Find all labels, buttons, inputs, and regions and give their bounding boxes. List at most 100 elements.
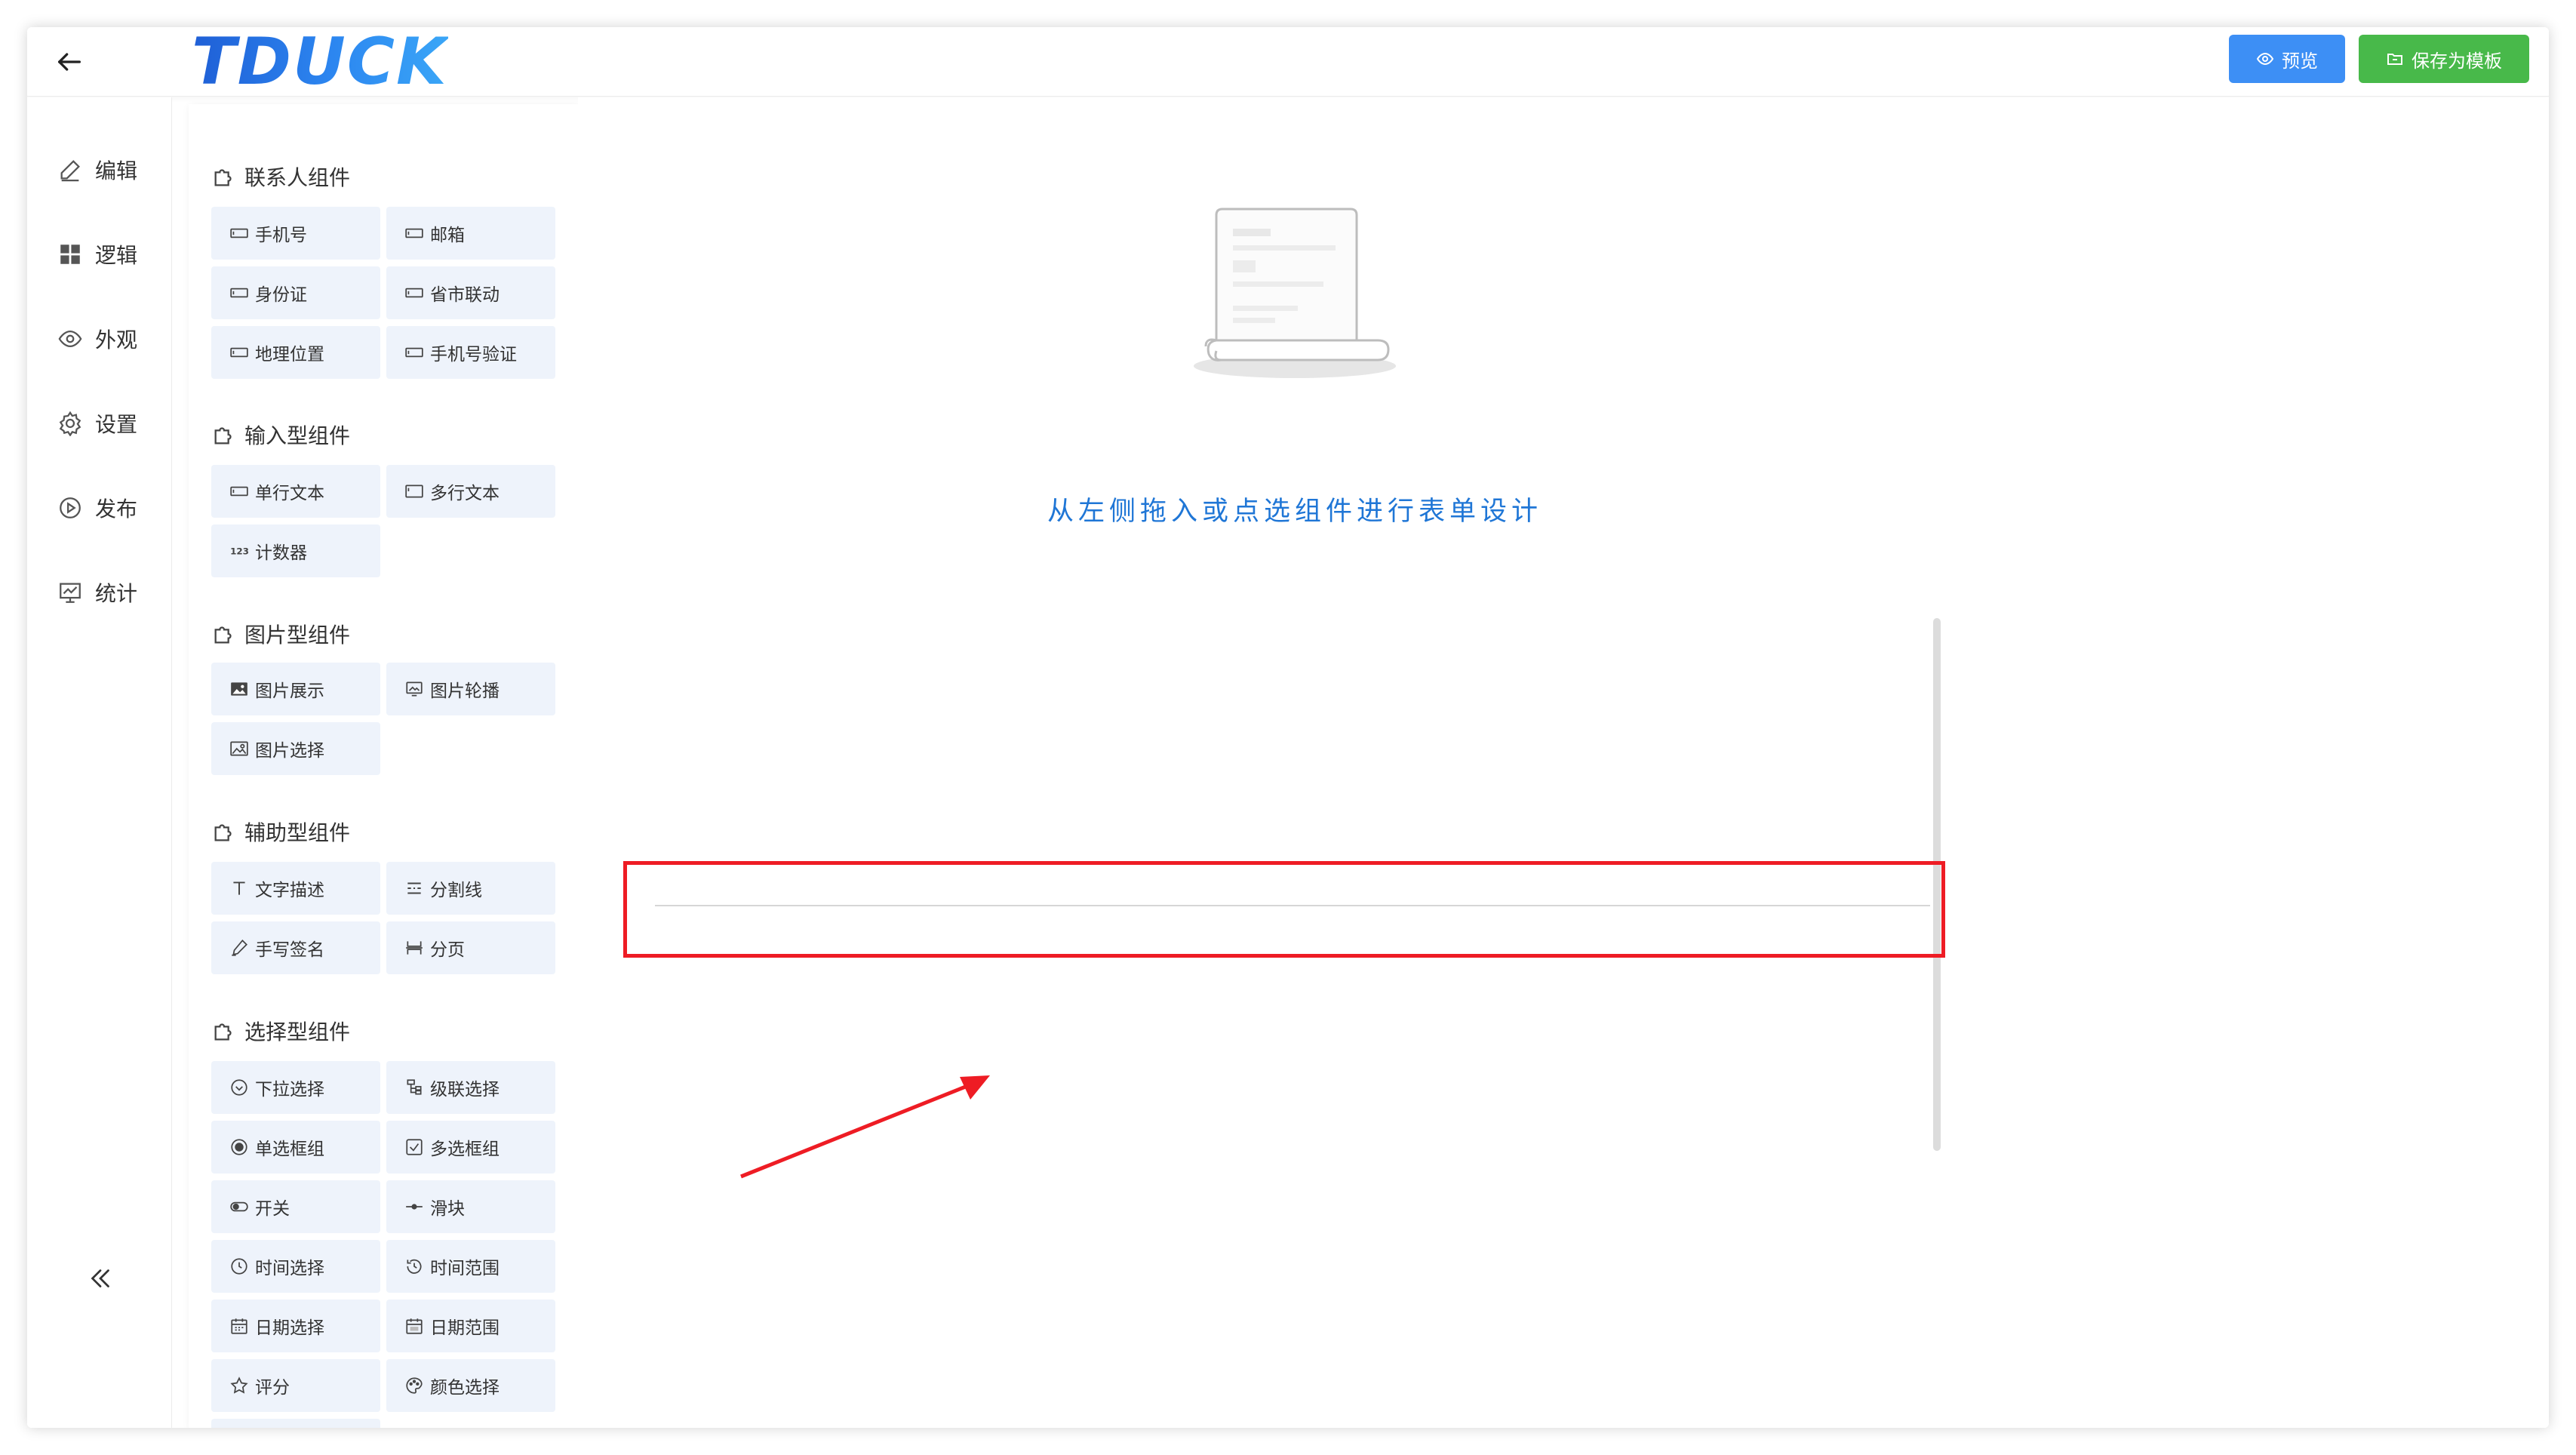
annotation-arrow-icon [740,1075,990,1179]
component-label: 手机号 [255,226,307,245]
calendar-icon [231,1318,247,1334]
component-text-description[interactable]: 文字描述 [211,862,380,915]
component-label: 单选框组 [255,1140,324,1159]
input-box-icon [230,228,248,238]
component-label: 分页 [430,940,465,960]
component-dropdown[interactable]: 下拉选择 [211,1061,380,1114]
slider-icon [406,1204,423,1210]
component-single-line-text[interactable]: 单行文本 [211,465,380,518]
svg-text:123: 123 [230,546,249,556]
collapse-sidebar-button[interactable] [81,1260,119,1297]
component-label: 日期选择 [255,1318,324,1338]
edit-icon [60,160,80,182]
component-id-card[interactable]: 身份证 [211,266,380,319]
page-break-icon [406,941,423,955]
component-slider[interactable]: 滑块 [386,1180,555,1233]
component-image-select[interactable]: 图片选择 [211,722,380,775]
nav-item-statistics[interactable]: 统计 [57,570,137,615]
double-chevron-left-icon [91,1269,109,1287]
group-title-auxiliary: 辅助型组件 [211,815,350,848]
component-date-range[interactable]: 日期范围 [386,1300,555,1352]
grid-icon [60,245,80,264]
component-time-range[interactable]: 时间范围 [386,1240,555,1293]
component-email[interactable]: 邮箱 [386,207,555,260]
component-label: 评分 [255,1378,290,1398]
nav-item-appearance[interactable]: 外观 [57,316,137,361]
puzzle-icon [214,169,232,186]
preview-button-label: 预览 [2282,50,2318,72]
form-design-canvas[interactable]: 从左侧拖入或点选组件进行表单设计 [578,97,2549,1428]
component-switch[interactable]: 开关 [211,1180,380,1233]
arrow-left-icon [58,53,81,71]
folder-icon [2387,54,2402,65]
empty-document-illustration [1194,208,1396,378]
divider-lines-icon [407,882,421,894]
group-title-text: 联系人组件 [244,165,351,190]
app-window: TDUCK 预览 保存为模板 编辑 逻辑 外观 设置 发布 统计 联系人组件 手… [27,27,2549,1428]
component-pagination[interactable]: 分页 [386,921,555,974]
component-label: 多选框组 [430,1140,500,1159]
component-date-select[interactable]: 日期选择 [211,1300,380,1352]
input-box-icon [230,347,248,358]
component-phone[interactable]: 手机号 [211,207,380,260]
puzzle-icon [214,427,232,444]
textarea-icon [405,484,423,498]
component-divider[interactable]: 分割线 [386,862,555,915]
nav-item-settings[interactable]: 设置 [57,401,137,446]
nav-item-logic-label: 逻辑 [95,243,138,268]
clock-refresh-icon [407,1259,422,1274]
toggle-icon [230,1201,248,1212]
group-title-contact: 联系人组件 [211,160,350,193]
component-phone-verify[interactable]: 手机号验证 [386,326,555,379]
component-time-select[interactable]: 时间选择 [211,1240,380,1293]
nav-item-edit[interactable]: 编辑 [57,147,137,192]
pen-icon [232,939,247,956]
gear-icon [59,411,81,436]
checkbox-icon [406,1139,423,1155]
input-box-icon [405,347,423,358]
play-circle-icon [60,497,81,518]
component-counter[interactable]: 123 计数器 [211,524,380,577]
input-box-icon [230,486,248,497]
component-province-city[interactable]: 省市联动 [386,266,555,319]
component-label: 手机号验证 [430,345,517,365]
component-label: 文字描述 [255,881,324,900]
top-header: TDUCK 预览 保存为模板 [27,27,2549,100]
nav-item-settings-label: 设置 [95,412,138,437]
component-color-select[interactable]: 颜色选择 [386,1359,555,1412]
back-button[interactable] [48,42,91,82]
component-checkbox-group[interactable]: 多选框组 [386,1121,555,1174]
component-radio-group[interactable]: 单选框组 [211,1121,380,1174]
tduck-logo: TDUCK [192,27,448,100]
component-label: 省市联动 [430,285,500,305]
component-signature[interactable]: 手写签名 [211,921,380,974]
component-cascade[interactable]: 级联选择 [386,1061,555,1114]
input-box-icon [405,228,423,238]
component-label: 日期范围 [430,1318,500,1338]
carousel-icon [406,681,423,697]
component-label: 多行文本 [430,484,500,503]
component-multi-line-text[interactable]: 多行文本 [386,465,555,518]
preview-button[interactable]: 预览 [2229,35,2345,83]
puzzle-icon [214,626,232,644]
clock-icon [231,1258,247,1275]
nav-item-publish[interactable]: 发布 [57,485,137,531]
component-image-display[interactable]: 图片展示 [211,663,380,715]
component-more-partial[interactable] [211,1419,380,1428]
group-title-select: 选择型组件 [211,1014,350,1047]
save-as-template-button[interactable]: 保存为模板 [2359,35,2529,83]
eye-icon [58,330,82,348]
nav-item-publish-label: 发布 [95,497,138,521]
component-label: 下拉选择 [255,1080,324,1100]
eye-icon [2256,52,2274,66]
component-image-carousel[interactable]: 图片轮播 [386,663,555,715]
component-location[interactable]: 地理位置 [211,326,380,379]
chevron-circle-icon [231,1079,247,1096]
component-label: 计数器 [255,543,307,563]
group-title-image: 图片型组件 [211,617,350,651]
puzzle-icon [214,824,232,841]
nav-item-logic[interactable]: 逻辑 [57,232,137,277]
nav-item-edit-label: 编辑 [95,158,138,183]
divider-component[interactable] [655,905,1930,906]
component-rating[interactable]: 评分 [211,1359,380,1412]
